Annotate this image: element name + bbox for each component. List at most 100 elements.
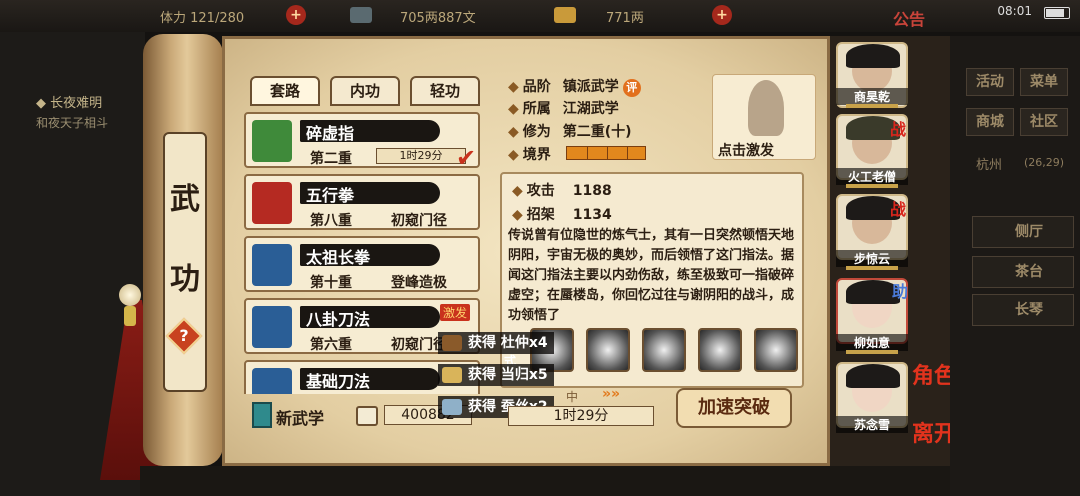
- scroll-book-icon: [252, 120, 292, 162]
- add-gold-button[interactable]: +: [712, 5, 732, 25]
- party-member-hp: [846, 266, 898, 270]
- party-member-hp: [846, 350, 898, 354]
- activity-button[interactable]: 活动: [966, 68, 1014, 96]
- book-icon: [252, 306, 292, 348]
- skill-level: 第十重: [310, 275, 352, 291]
- book-icon: [252, 182, 292, 224]
- attack-value: 1188: [572, 183, 612, 199]
- copper-icon: [350, 7, 372, 23]
- stamina-text: 体力 121/280: [160, 11, 245, 26]
- party-member-hp: [846, 184, 898, 188]
- skill-name: 碎虚指: [306, 124, 355, 143]
- map-coords: (26,29): [1024, 156, 1065, 169]
- skill-item[interactable]: 五行拳 第八重 初窥门径: [244, 174, 480, 230]
- notice-button[interactable]: 公告: [893, 6, 925, 30]
- tab-taolu[interactable]: 套路: [250, 76, 320, 106]
- scroll-char-gong: 功: [170, 262, 200, 297]
- skill-rank: 初窥门径: [391, 213, 447, 229]
- quest-subtitle: 和夜天子相斗: [36, 116, 109, 130]
- party-member-name: 苏念雪: [836, 416, 908, 433]
- party-member-name: 步惊云: [836, 250, 908, 267]
- tab-qinggong[interactable]: 轻功: [410, 76, 480, 106]
- gold-icon: [554, 7, 576, 23]
- skill-item[interactable]: 太祖长拳 第十重 登峰造极: [244, 236, 480, 292]
- menu-button[interactable]: 菜单: [1020, 68, 1068, 96]
- skill-name: 基础刀法: [306, 372, 371, 391]
- bottom-dock: [140, 466, 950, 496]
- book-icon: [252, 244, 292, 286]
- excited-flag: 激发: [440, 304, 471, 321]
- cultivation-label: 修为: [508, 124, 551, 140]
- help-icon: ?: [179, 326, 189, 345]
- battle-tag: 战: [890, 120, 907, 139]
- community-button[interactable]: 社区: [1020, 108, 1068, 136]
- room-item[interactable]: 茶台: [972, 256, 1074, 288]
- realm-label: 境界: [508, 147, 551, 163]
- shop-button[interactable]: 商城: [966, 108, 1014, 136]
- progress-arrows-icon: »»: [602, 386, 621, 402]
- party-member-name: 火工老僧: [836, 168, 908, 185]
- skill-item[interactable]: 碎虚指 第二重 1时29分 ✔: [244, 112, 480, 172]
- evaluate-button[interactable]: 评: [622, 79, 641, 97]
- herb-icon: [442, 335, 462, 351]
- open-book-icon: [356, 406, 378, 426]
- copper-text: 705两887文: [400, 11, 476, 26]
- add-stamina-button[interactable]: +: [286, 5, 306, 25]
- battery-icon: [1044, 7, 1070, 19]
- reward-thumb: [586, 328, 630, 372]
- excite-label: 点击激发: [718, 143, 774, 159]
- realm-row: 境界: [508, 144, 551, 164]
- skill-level: 第六重: [310, 337, 352, 353]
- skill-name: 五行拳: [306, 186, 355, 205]
- reward-toast: 获得 当归x5: [438, 364, 554, 386]
- reward-thumb: [698, 328, 742, 372]
- top-status-bar: 体力 121/280 + 705两887文 771两 + 公告 08:01: [0, 0, 1080, 32]
- party-member-hp: [846, 104, 898, 108]
- scroll-char-wu: 武: [170, 182, 200, 217]
- monk-figure-icon: [748, 80, 784, 136]
- realm-progress-bar: [566, 146, 646, 160]
- skill-level: 第八重: [310, 213, 352, 229]
- quest-title[interactable]: ◆ 长夜难明: [36, 92, 102, 111]
- party-member-name: 商昊乾: [836, 88, 908, 105]
- parry-label: 招架: [512, 207, 555, 223]
- jade-ring-icon: [119, 284, 141, 306]
- reward-thumb: [642, 328, 686, 372]
- skill-rank: 登峰造极: [391, 275, 447, 291]
- belong-value: 江湖武学: [562, 101, 619, 117]
- city-name: 杭州: [976, 158, 1003, 173]
- skill-name: 八卦刀法: [306, 310, 371, 329]
- cultivation-value: 第二重(十): [562, 124, 632, 140]
- new-skill-button[interactable]: 新武学: [276, 405, 324, 429]
- grade-value: 镇派武学: [562, 79, 619, 95]
- new-skill-icon[interactable]: [252, 402, 272, 428]
- assist-tag: 助: [892, 282, 909, 301]
- breakthrough-timer: 1时29分: [508, 406, 654, 426]
- tab-neigong[interactable]: 内功: [330, 76, 400, 106]
- selected-check-icon: ✔: [456, 144, 477, 172]
- skill-timer: 1时29分: [376, 148, 466, 164]
- skill-name: 太祖长拳: [306, 248, 371, 267]
- room-item[interactable]: 长琴: [972, 294, 1074, 326]
- battle-tag: 战: [890, 200, 907, 219]
- grade-label: 品阶: [508, 79, 551, 95]
- herb-icon: [442, 367, 462, 383]
- book-icon: [252, 368, 292, 394]
- party-member-name: 柳如意: [836, 334, 908, 351]
- attack-row: 攻击 1188: [512, 180, 612, 200]
- belong-row: 所属江湖武学: [508, 98, 619, 118]
- skill-level: 第二重: [310, 151, 352, 167]
- bead-decoration: [124, 306, 136, 326]
- reward-thumb: [754, 328, 798, 372]
- parry-row: 招架 1134: [512, 204, 612, 224]
- speed-up-button[interactable]: 加速突破: [676, 388, 792, 428]
- skill-description: 传说曾有位隐世的炼气士，其有一日突然顿悟天地阴阳，宇宙无极的奥妙，而后领悟了这门…: [508, 228, 795, 323]
- clock: 08:01: [997, 4, 1032, 18]
- progress-label: 中: [566, 390, 579, 404]
- silk-icon: [442, 399, 462, 415]
- parry-value: 1134: [572, 207, 612, 223]
- reward-toast: 获得 杜仲x4: [438, 332, 554, 354]
- gold-text: 771两: [606, 11, 644, 26]
- cultivation-row: 修为第二重(十): [508, 121, 632, 141]
- room-item[interactable]: 侧厅: [972, 216, 1074, 248]
